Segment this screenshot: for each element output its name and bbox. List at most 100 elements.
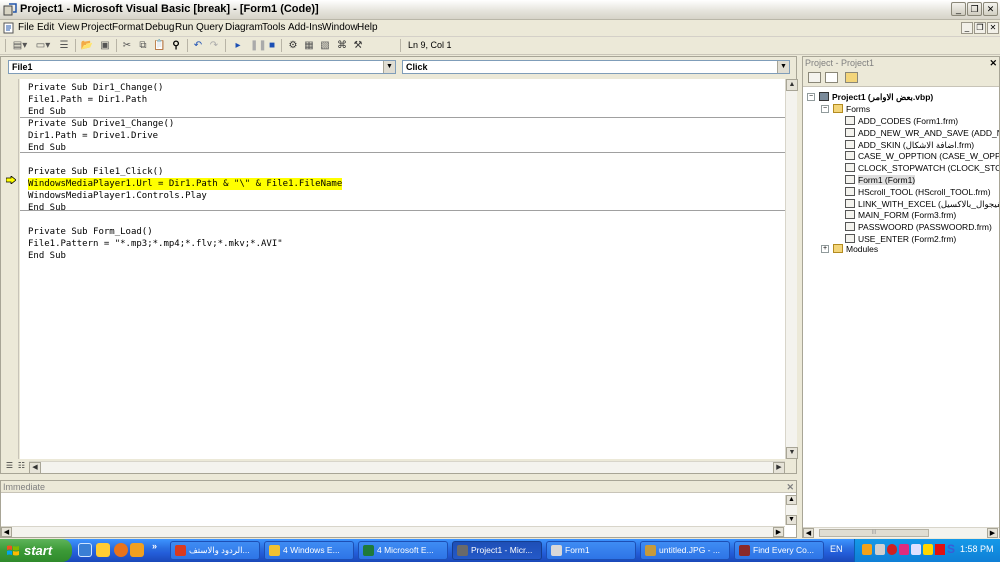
code-vertical-scrollbar[interactable]: ▲ ▼ bbox=[785, 79, 798, 459]
menu-debug[interactable]: Debug bbox=[145, 22, 174, 33]
add-project-icon[interactable]: ▤▾ bbox=[10, 39, 30, 52]
tree-form-item[interactable]: ADD_CODES (Form1.frm) bbox=[845, 115, 958, 127]
run-icon[interactable]: ▸ bbox=[232, 39, 244, 52]
more-quicklaunch-icon[interactable]: » bbox=[152, 541, 157, 551]
menu-query[interactable]: Query bbox=[196, 22, 223, 33]
scroll-down-icon[interactable]: ▼ bbox=[786, 447, 798, 459]
tray-security-icon[interactable] bbox=[887, 544, 897, 555]
code-line[interactable]: Private Sub Dir1_Change() bbox=[28, 82, 163, 94]
tree-project-root[interactable]: Project1 (بعض الاوامر.vbp) bbox=[819, 91, 933, 103]
code-editor[interactable]: Private Sub Dir1_Change() File1.Path = Di… bbox=[20, 79, 785, 459]
tree-form-item[interactable]: LINK_WITH_EXCEL (الفيجوال_بالاكسيل bbox=[845, 198, 999, 210]
toggle-folders-icon[interactable] bbox=[845, 72, 858, 83]
full-module-view-icon[interactable]: ☷ bbox=[16, 461, 27, 472]
show-desktop-icon[interactable] bbox=[78, 543, 92, 557]
object-browser-icon[interactable]: ⌘ bbox=[335, 39, 349, 52]
quick-launch-icon[interactable] bbox=[96, 543, 110, 557]
scroll-up-icon[interactable]: ▲ bbox=[786, 495, 797, 505]
project-explorer-icon[interactable]: ⚙ bbox=[286, 39, 300, 52]
menu-run[interactable]: Run bbox=[175, 22, 193, 33]
menu-help[interactable]: Help bbox=[357, 22, 378, 33]
code-horizontal-scrollbar[interactable]: ◀ ▶ bbox=[29, 461, 785, 474]
title-bar[interactable]: Project1 - Microsoft Visual Basic [break… bbox=[0, 0, 1000, 20]
undo-icon[interactable]: ↶ bbox=[192, 39, 204, 52]
paste-icon[interactable]: 📋 bbox=[153, 39, 165, 52]
taskbar-button[interactable]: 4 Windows E... bbox=[264, 541, 354, 560]
collapse-icon[interactable]: − bbox=[821, 105, 829, 113]
code-doc-icon[interactable] bbox=[3, 22, 15, 34]
tree-form-item[interactable]: PASSWOORD (PASSWOORD.frm) bbox=[845, 221, 992, 233]
code-line[interactable]: End Sub bbox=[28, 202, 66, 214]
immediate-horizontal-scrollbar[interactable]: ◀ ▶ bbox=[1, 526, 785, 537]
menu-editor-icon[interactable]: ☰ bbox=[58, 39, 70, 52]
tree-form-item[interactable]: ADD_NEW_WR_AND_SAVE (ADD_NEW bbox=[845, 127, 999, 139]
menu-window[interactable]: Window bbox=[322, 22, 358, 33]
code-line[interactable]: WindowsMediaPlayer1.Url = Dir1.Path & "\… bbox=[28, 178, 343, 190]
tree-forms-folder[interactable]: Forms bbox=[833, 103, 870, 115]
code-line[interactable]: Dir1.Path = Drive1.Drive bbox=[28, 130, 158, 142]
breakpoint-margin[interactable] bbox=[2, 79, 19, 459]
restore-button[interactable]: ❐ bbox=[967, 2, 982, 16]
procedure-view-icon[interactable]: ☰ bbox=[4, 461, 15, 472]
tree-form-item[interactable]: Form1 (Form1) bbox=[845, 174, 916, 186]
tree-form-item[interactable]: HScroll_TOOL (HScroll_TOOL.frm) bbox=[845, 186, 991, 198]
tree-form-item[interactable]: MAIN_FORM (Form3.frm) bbox=[845, 209, 956, 221]
tree-form-item[interactable]: CASE_W_OPPTION (CASE_W_OPPTION bbox=[845, 150, 999, 162]
menu-add-ins[interactable]: Add-Ins bbox=[288, 22, 322, 33]
taskbar-button[interactable]: 4 Microsoft E... bbox=[358, 541, 448, 560]
tray-warning-icon[interactable] bbox=[935, 544, 945, 555]
form-layout-icon[interactable]: ▧ bbox=[318, 39, 332, 52]
open-icon[interactable]: 📂 bbox=[80, 39, 94, 52]
view-code-icon[interactable] bbox=[808, 72, 821, 83]
code-line[interactable]: End Sub bbox=[28, 142, 66, 154]
start-button[interactable]: start bbox=[0, 539, 72, 562]
scroll-left-icon[interactable]: ◀ bbox=[803, 528, 814, 538]
menu-tools[interactable]: Tools bbox=[262, 22, 285, 33]
stop-icon[interactable]: ■ bbox=[266, 39, 278, 52]
chevron-down-icon[interactable]: ▼ bbox=[383, 61, 395, 73]
mdi-restore-button[interactable]: ❐ bbox=[974, 22, 986, 34]
scroll-down-icon[interactable]: ▼ bbox=[786, 515, 797, 525]
expand-icon[interactable]: + bbox=[821, 245, 829, 253]
mdi-close-button[interactable]: ✕ bbox=[987, 22, 999, 34]
add-form-icon[interactable]: ▭▾ bbox=[33, 39, 53, 52]
project-horizontal-scrollbar[interactable]: ◀ III ▶ bbox=[803, 527, 999, 538]
break-icon[interactable]: ❚❚ bbox=[250, 39, 267, 52]
code-line[interactable]: End Sub bbox=[28, 106, 66, 118]
object-combo[interactable]: File1 ▼ bbox=[8, 60, 396, 74]
copy-icon[interactable]: ⧉ bbox=[137, 39, 149, 52]
tree-form-item[interactable]: ADD_SKIN (اضافة الاشكال.frm) bbox=[845, 139, 974, 151]
office-icon[interactable] bbox=[130, 543, 144, 557]
scroll-up-icon[interactable]: ▲ bbox=[786, 79, 798, 91]
scroll-left-icon[interactable]: ◀ bbox=[29, 462, 41, 474]
save-icon[interactable]: ▣ bbox=[98, 39, 112, 52]
taskbar-button[interactable]: الردود والاستف... bbox=[170, 541, 260, 560]
procedure-combo[interactable]: Click ▼ bbox=[402, 60, 790, 74]
toolbox-icon[interactable]: ⚒ bbox=[351, 39, 365, 52]
taskbar-button[interactable]: Form1 bbox=[546, 541, 636, 560]
scroll-thumb[interactable]: III bbox=[819, 529, 929, 537]
close-icon[interactable]: ✕ bbox=[989, 57, 997, 69]
menu-edit[interactable]: Edit bbox=[37, 22, 54, 33]
code-line[interactable]: File1.Path = Dir1.Path bbox=[28, 94, 147, 106]
menu-format[interactable]: Format bbox=[112, 22, 144, 33]
code-line[interactable]: WindowsMediaPlayer1.Controls.Play bbox=[28, 190, 207, 202]
cut-icon[interactable]: ✂ bbox=[121, 39, 133, 52]
code-line[interactable]: Private Sub Form_Load() bbox=[28, 226, 153, 238]
chevron-down-icon[interactable]: ▼ bbox=[777, 61, 789, 73]
menu-file[interactable]: File bbox=[18, 22, 34, 33]
scroll-right-icon[interactable]: ▶ bbox=[773, 527, 784, 537]
properties-icon[interactable]: ▦ bbox=[302, 39, 316, 52]
taskbar-button[interactable]: Project1 - Micr... bbox=[452, 541, 542, 560]
tree-form-item[interactable]: CLOCK_STOPWATCH (CLOCK_STOPWA bbox=[845, 162, 999, 174]
minimize-button[interactable]: _ bbox=[951, 2, 966, 16]
tray-app-icon[interactable] bbox=[862, 544, 872, 555]
code-line[interactable]: Private Sub Drive1_Change() bbox=[28, 118, 174, 130]
immediate-window[interactable]: Immediate ✕ ▲ ▼ ◀ ▶ bbox=[0, 480, 797, 538]
tray-network-icon[interactable] bbox=[923, 544, 933, 555]
mdi-minimize-button[interactable]: _ bbox=[961, 22, 973, 34]
menu-view[interactable]: View bbox=[58, 22, 80, 33]
tray-app-icon[interactable] bbox=[899, 544, 909, 555]
project-tree[interactable]: − Project1 (بعض الاوامر.vbp) − Forms ADD… bbox=[803, 88, 999, 526]
tray-volume-icon[interactable] bbox=[911, 544, 921, 555]
